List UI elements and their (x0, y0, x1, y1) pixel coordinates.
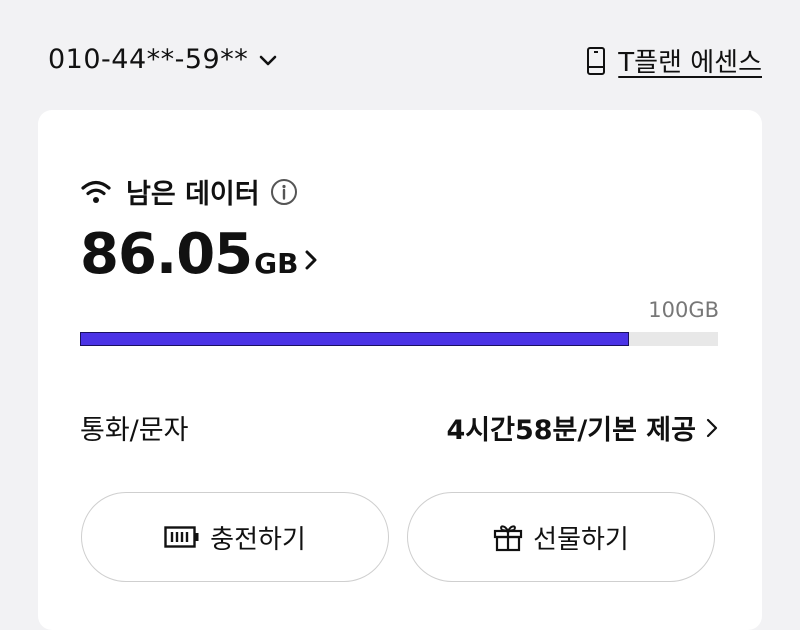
phone-number-selector[interactable]: 010-44**-59** (48, 44, 278, 75)
battery-charge-icon (164, 526, 200, 548)
info-icon[interactable] (270, 178, 298, 206)
call-text-value: 4시간58분/기본 제공 (446, 415, 696, 446)
gift-icon (493, 522, 523, 552)
remaining-data-unit: GB (254, 247, 299, 280)
top-bar: 010-44**-59** T플랜 에센스 (0, 0, 800, 110)
plan-link[interactable]: T플랜 에센스 (586, 42, 762, 79)
gift-button-label: 선물하기 (533, 524, 629, 555)
chevron-right-icon (706, 418, 718, 438)
chevron-right-icon (304, 239, 318, 271)
phone-device-icon (586, 46, 606, 76)
data-usage-card: 남은 데이터 86.05 GB 100GB 통화/문자 4시간58분/기본 제공 (38, 110, 762, 630)
charge-button-label: 충전하기 (210, 524, 306, 555)
call-text-value-link[interactable]: 4시간58분/기본 제공 (446, 408, 718, 447)
data-progress-fill (80, 332, 629, 346)
charge-button[interactable]: 충전하기 (81, 492, 389, 582)
call-text-label: 통화/문자 (80, 415, 189, 446)
remaining-data-amount[interactable]: 86.05 GB (80, 222, 318, 287)
total-data-label: 100GB (648, 298, 719, 322)
plan-name: T플랜 에센스 (618, 48, 762, 78)
data-usage-header: 남은 데이터 (80, 172, 298, 211)
chevron-down-icon (258, 53, 278, 67)
data-usage-title: 남은 데이터 (126, 179, 260, 210)
remaining-data-value: 86.05 (80, 222, 253, 287)
wifi-icon (80, 179, 112, 205)
phone-number: 010-44**-59** (48, 44, 249, 75)
gift-button[interactable]: 선물하기 (407, 492, 715, 582)
data-progress-bar (80, 332, 718, 346)
